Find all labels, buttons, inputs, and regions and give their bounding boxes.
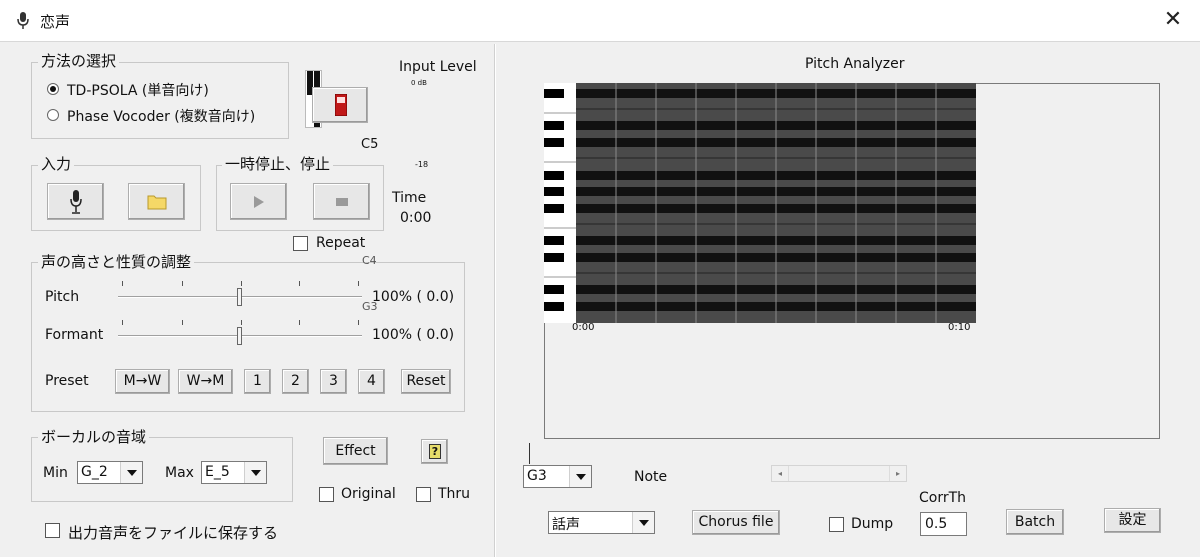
scroll-left-icon[interactable]: ◂ (772, 466, 789, 481)
pause-group-title: 一時停止、停止 (222, 156, 334, 172)
window-title: 恋声 (40, 13, 71, 31)
input-group-title: 入力 (38, 156, 75, 172)
play-button[interactable] (230, 183, 287, 220)
thru-label: Thru (438, 486, 471, 502)
preset-label: Preset (45, 373, 89, 389)
chevron-down-icon[interactable] (120, 462, 142, 483)
formant-tick (241, 320, 242, 325)
max-range-value: E_5 (205, 464, 230, 480)
preset-4-button[interactable]: 4 (358, 369, 385, 394)
max-range-select[interactable]: E_5 (201, 461, 267, 484)
chevron-down-icon[interactable] (632, 512, 654, 533)
preset-m-to-w-button[interactable]: M→W (115, 369, 170, 394)
pitch-tick (182, 281, 183, 286)
recorder-icon (335, 94, 347, 116)
chorus-file-button[interactable]: Chorus file (692, 510, 780, 535)
pitch-tick (299, 281, 300, 286)
repeat-checkbox[interactable] (293, 236, 308, 251)
pitch-tick (358, 281, 359, 286)
time-scrollbar[interactable]: ◂ ▸ (771, 465, 907, 482)
min-label: Min (43, 465, 68, 481)
formant-value: 100% ( 0.0) (372, 327, 455, 343)
panel-separator (494, 44, 496, 557)
microphone-icon (17, 12, 29, 29)
level-meter-button[interactable] (312, 87, 368, 123)
c4-label: C4 (362, 254, 377, 267)
preset-3-button[interactable]: 3 (320, 369, 347, 394)
stop-button[interactable] (313, 183, 370, 220)
radio-td-psola[interactable] (47, 83, 59, 95)
save-to-file-checkbox[interactable] (45, 523, 60, 538)
effect-button[interactable]: Effect (323, 437, 388, 465)
preset-w-to-m-button[interactable]: W→M (178, 369, 233, 394)
radio-td-psola-label: TD-PSOLA (単音向け) (67, 83, 209, 99)
folder-icon (147, 195, 167, 210)
g3-label: G3 (362, 300, 378, 313)
radio-phase-vocoder-label: Phase Vocoder (複数音向け) (67, 109, 256, 125)
adjust-group-title: 声の高さと性質の調整 (38, 254, 195, 270)
vocal-range-title: ボーカルの音域 (38, 429, 150, 445)
formant-label: Formant (45, 327, 104, 343)
preset-reset-button[interactable]: Reset (401, 369, 451, 394)
preset-2-button[interactable]: 2 (282, 369, 309, 394)
pitch-slider-thumb[interactable] (237, 288, 242, 306)
corr-threshold-label: CorrTh (919, 490, 967, 506)
dump-label: Dump (851, 516, 894, 532)
original-checkbox[interactable] (319, 487, 334, 502)
note-value: G3 (527, 468, 547, 484)
microphone-button[interactable] (47, 183, 104, 220)
pitch-analyzer-title: Pitch Analyzer (805, 56, 905, 72)
scroll-right-icon[interactable]: ▸ (889, 466, 906, 481)
time-label: Time (392, 190, 427, 206)
repeat-label: Repeat (316, 235, 366, 251)
method-group (31, 62, 289, 139)
db-18-label: -18 (415, 160, 429, 169)
method-group-title: 方法の選択 (38, 53, 120, 69)
dump-checkbox[interactable] (829, 517, 844, 532)
note-marker-line (529, 443, 530, 464)
pitch-tick (122, 281, 123, 286)
formant-tick (182, 320, 183, 325)
stop-icon (336, 198, 348, 206)
formant-tick (358, 320, 359, 325)
formant-slider-thumb[interactable] (237, 327, 242, 345)
help-icon: ? (429, 444, 441, 459)
original-label: Original (341, 486, 396, 502)
db-0-label: 0 dB (411, 79, 427, 87)
time-end-label: 0:10 (948, 322, 971, 330)
settings-button[interactable]: 設定 (1104, 508, 1161, 533)
batch-button[interactable]: Batch (1006, 509, 1064, 535)
c5-label: C5 (361, 137, 379, 152)
pitch-tick (241, 281, 242, 286)
pitch-label: Pitch (45, 289, 80, 305)
piano-roll (544, 83, 976, 323)
radio-phase-vocoder[interactable] (47, 109, 59, 121)
chevron-down-icon[interactable] (244, 462, 266, 483)
input-level-label: Input Level (399, 59, 477, 75)
min-range-select[interactable]: G_2 (77, 461, 143, 484)
time-start-label: 0:00 (572, 322, 595, 330)
voice-mode-value: 話声 (552, 517, 580, 533)
open-file-button[interactable] (128, 183, 185, 220)
play-icon (254, 196, 264, 208)
pitch-value: 100% ( 0.0) (372, 289, 455, 305)
corr-threshold-input[interactable]: 0.5 (920, 512, 967, 536)
formant-tick (122, 320, 123, 325)
note-select[interactable]: G3 (523, 465, 592, 488)
voice-mode-select[interactable]: 話声 (548, 511, 655, 534)
max-label: Max (165, 465, 194, 481)
help-button[interactable]: ? (421, 439, 448, 464)
save-to-file-label: 出力音声をファイルに保存する (68, 524, 279, 542)
close-icon[interactable]: ✕ (1158, 7, 1188, 32)
time-value: 0:00 (400, 210, 432, 226)
preset-1-button[interactable]: 1 (244, 369, 271, 394)
formant-tick (299, 320, 300, 325)
note-label: Note (634, 469, 668, 485)
corr-threshold-value: 0.5 (925, 516, 948, 532)
chevron-down-icon[interactable] (569, 466, 591, 487)
thru-checkbox[interactable] (416, 487, 431, 502)
title-bar: 恋声 ✕ (0, 0, 1200, 42)
min-range-value: G_2 (81, 464, 108, 480)
microphone-icon (70, 190, 82, 214)
